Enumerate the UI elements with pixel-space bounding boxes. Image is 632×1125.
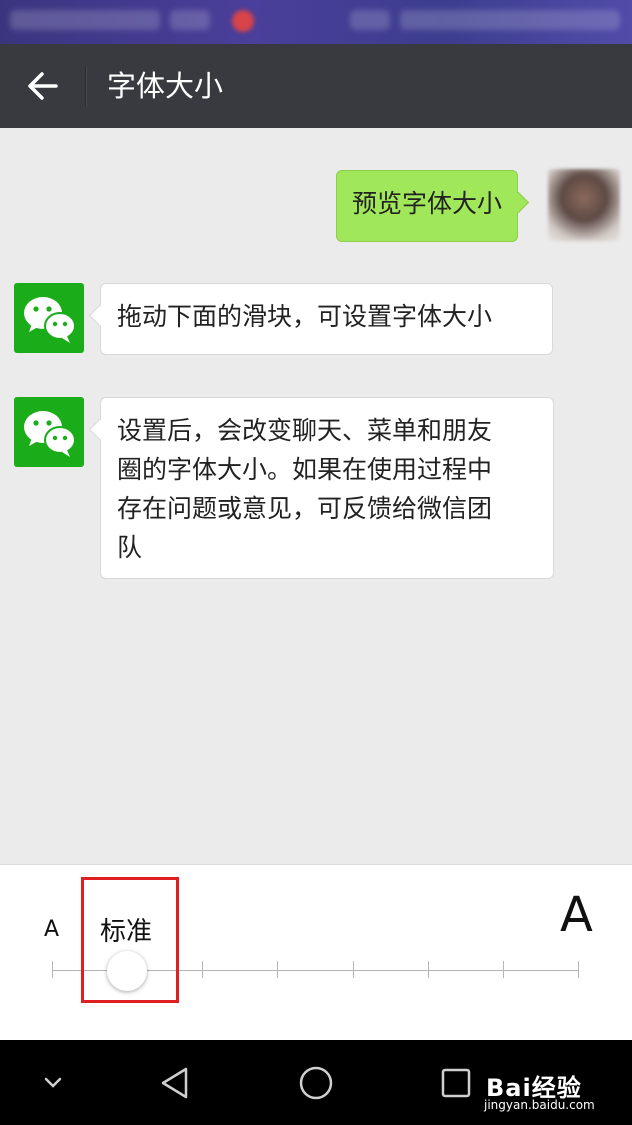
message-text: 预览字体大小: [352, 189, 503, 218]
message-line: 设置后，会改变聊天、菜单和朋友: [117, 416, 493, 445]
status-blur: [400, 10, 620, 30]
circle-home-icon: [299, 1066, 333, 1100]
triangle-back-icon: [161, 1067, 188, 1099]
wechat-avatar: [14, 283, 84, 353]
status-blur: [10, 10, 160, 30]
square-recents-icon: [441, 1068, 471, 1098]
slider-tick[interactable]: [202, 961, 203, 978]
wechat-avatar: [14, 397, 84, 467]
user-avatar: [548, 169, 620, 241]
message-line: 存在问题或意见，可反馈给微信团: [117, 494, 493, 523]
slider-tick[interactable]: [353, 961, 354, 978]
annotation-highlight-box: [81, 877, 179, 1003]
slider-tick[interactable]: [277, 961, 278, 978]
chevron-down-icon: [44, 1077, 62, 1088]
small-font-label: A: [44, 917, 60, 942]
back-nav-button[interactable]: [152, 1060, 198, 1106]
message-text: 拖动下面的滑块，可设置字体大小: [117, 302, 493, 331]
page-title: 字体大小: [107, 69, 224, 103]
chat-bubble-wechat: 设置后，会改变聊天、菜单和朋友 圈的字体大小。如果在使用过程中 存在问题或意见，…: [100, 397, 554, 579]
slider-tick[interactable]: [578, 961, 579, 978]
notification-icon: [232, 10, 254, 32]
watermark-url: jingyan.baidu.com: [484, 1098, 595, 1112]
wechat-logo-icon: [24, 297, 76, 343]
recents-nav-button[interactable]: [433, 1060, 479, 1106]
status-blur: [350, 10, 390, 30]
slider-tick[interactable]: [52, 961, 53, 978]
title-bar: 字体大小: [0, 44, 632, 128]
status-bar: [0, 0, 632, 44]
message-line: 队: [117, 533, 143, 562]
chat-bubble-wechat: 拖动下面的滑块，可设置字体大小: [100, 283, 553, 355]
message-line: 圈的字体大小。如果在使用过程中: [117, 455, 493, 484]
slider-tick[interactable]: [503, 961, 504, 978]
back-button[interactable]: [18, 66, 66, 106]
arrow-left-icon: [28, 72, 58, 100]
wechat-logo-icon: [24, 411, 76, 457]
font-size-panel: A 标准 A: [0, 864, 632, 1040]
hide-nav-button[interactable]: [30, 1060, 76, 1106]
slider-tick[interactable]: [428, 961, 429, 978]
chat-bubble-self: 预览字体大小: [336, 170, 519, 242]
title-divider: [85, 66, 86, 106]
chat-preview: 预览字体大小 拖动下面的滑块，可设置字体大小 设置后，会改变聊天、菜单和朋友 圈…: [0, 128, 632, 864]
navigation-bar: Bai经验 jingyan.baidu.com: [0, 1040, 632, 1125]
home-nav-button[interactable]: [293, 1060, 339, 1106]
large-font-label: A: [560, 887, 593, 943]
status-blur: [170, 10, 210, 30]
